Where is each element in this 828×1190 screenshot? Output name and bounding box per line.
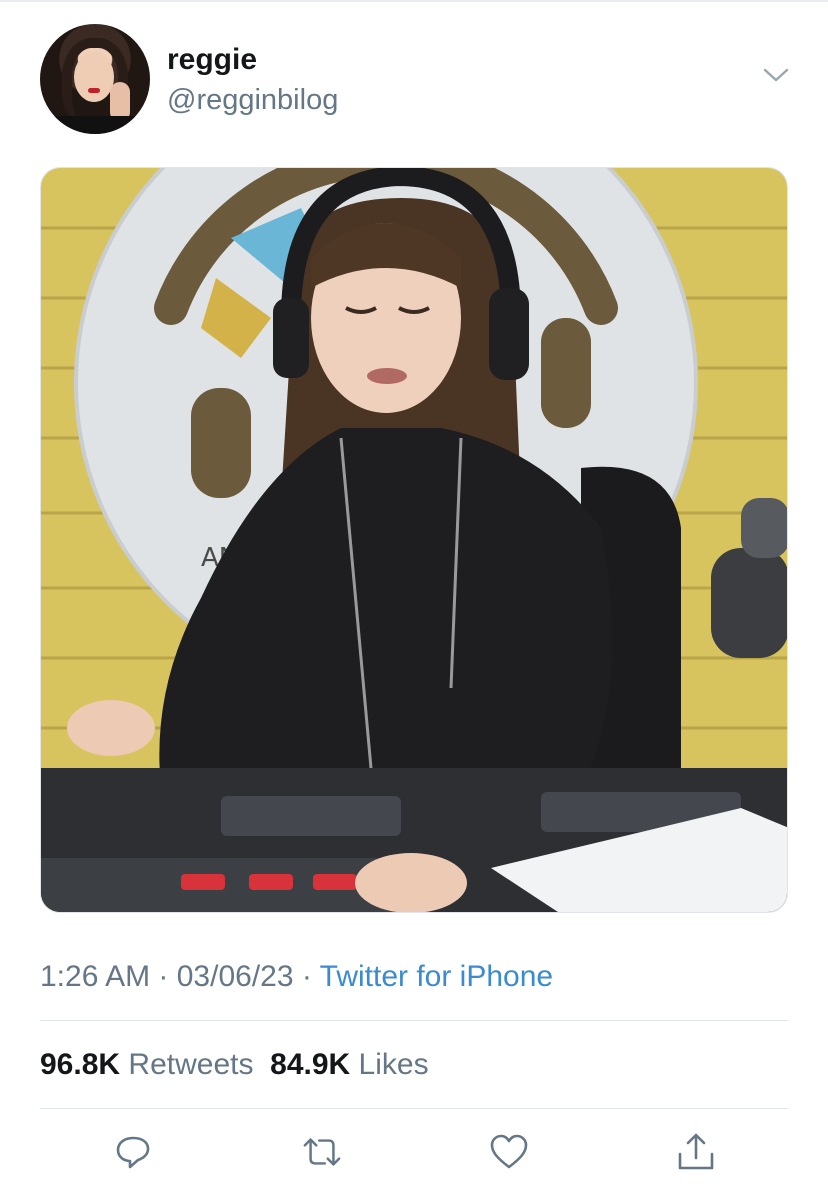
tweet-date[interactable]: 03/06/23 (177, 960, 294, 993)
avatar-face (74, 52, 114, 102)
tweet-photo[interactable]: AN A (40, 167, 788, 913)
tweet-time[interactable]: 1:26 AM (40, 960, 150, 993)
retweet-button[interactable] (302, 1132, 342, 1172)
avatar[interactable] (40, 24, 150, 134)
like-button[interactable] (489, 1132, 529, 1172)
meta-separator: · (150, 960, 177, 993)
reply-button[interactable] (113, 1132, 153, 1172)
tweet-meta: 1:26 AM · 03/06/23 · Twitter for iPhone (40, 958, 553, 996)
likes-label: Likes (358, 1048, 429, 1081)
meta-separator: · (293, 960, 320, 993)
retweet-icon (303, 1138, 341, 1166)
display-name[interactable]: reggie (167, 42, 257, 78)
share-button[interactable] (676, 1132, 716, 1172)
retweets-stat[interactable]: 96.8K Retweets (40, 1048, 253, 1081)
retweets-label: Retweets (128, 1048, 254, 1081)
share-icon (678, 1133, 714, 1170)
likes-stat[interactable]: 84.9K Likes (270, 1048, 428, 1081)
avatar-lips (88, 88, 100, 93)
divider (40, 1108, 788, 1109)
user-handle[interactable]: @regginbilog (167, 82, 338, 118)
tweet-stats: 96.8K Retweets 84.9K Likes (40, 1046, 429, 1084)
tweet-source-link[interactable]: Twitter for iPhone (320, 960, 553, 993)
reply-icon (116, 1136, 150, 1169)
chevron-down-icon[interactable] (762, 66, 790, 84)
avatar-shirt (40, 116, 150, 134)
divider (40, 1020, 788, 1021)
retweets-count: 96.8K (40, 1048, 121, 1081)
likes-count: 84.9K (270, 1048, 351, 1081)
top-divider (0, 0, 828, 2)
heart-icon (490, 1134, 528, 1169)
